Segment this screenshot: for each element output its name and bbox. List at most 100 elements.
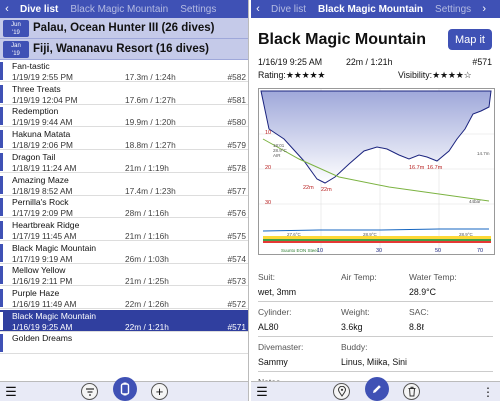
tab-dive-details[interactable]: Black Magic Mountain	[312, 4, 429, 15]
dive-number: #582	[227, 72, 246, 82]
dive-list-pane: ‹ Dive list Black Magic Mountain Setting…	[0, 0, 249, 401]
dive-indicator-bar	[0, 198, 3, 217]
dive-depth-duration: 18.8m / 1:27h	[125, 140, 176, 151]
field-value: Linus, Miika, Sini	[341, 357, 408, 367]
dive-list-item[interactable]: Purple Haze 1/16/19 11:49 AM 22m / 1:26h #5…	[0, 287, 248, 309]
dive-indicator-bar	[0, 311, 3, 330]
dive-list-topbar: ‹ Dive list Black Magic Mountain Setting…	[0, 0, 248, 18]
field-value: wet, 3mm	[258, 287, 297, 297]
dive-list-item[interactable]: Amazing Maze 1/18/19 8:52 AM 17.4m / 1:23h…	[0, 174, 248, 196]
dive-details-topbar: ‹ Dive list Black Magic Mountain Setting…	[251, 0, 500, 18]
dive-datetime: 1/17/19 9:19 AM	[12, 253, 73, 264]
dive-indicator-bar	[0, 62, 3, 80]
dive-profile-graph[interactable]: 10 20 30 10 30 50 70 22m 22m 16.7m 16.7m…	[258, 88, 495, 255]
filter-icon[interactable]	[81, 383, 98, 400]
dive-indicator-bar	[0, 130, 3, 149]
trip-header-fiji[interactable]: Jan '19 Fiji, Wananavu Resort (16 dives)	[0, 39, 248, 60]
trip-title: Fiji, Wananavu Resort (16 dives)	[33, 43, 209, 55]
dive-indicator-bar	[0, 107, 3, 126]
dive-number: #580	[227, 117, 246, 128]
temperature-line	[262, 228, 489, 232]
dive-indicator-bar	[0, 334, 3, 353]
tab-dive-list[interactable]: Dive list	[14, 4, 64, 15]
dive-datetime: 1/16/19 2:11 PM	[12, 276, 73, 287]
dive-list-item[interactable]: Black Magic Mountain 1/17/19 9:19 AM 26m /…	[0, 242, 248, 264]
tab-settings[interactable]: Settings	[174, 4, 222, 15]
rating-label: Rating:	[258, 70, 286, 80]
field-label: Suit:	[258, 272, 276, 282]
dive-list-item[interactable]: Mellow Yellow 1/16/19 2:11 PM 21m / 1:25h #…	[0, 264, 248, 287]
dive-number: #581	[227, 94, 246, 105]
edit-icon[interactable]	[365, 377, 389, 401]
forward-arrow-icon[interactable]: ›	[477, 3, 491, 15]
dive-name: Redemption	[12, 106, 59, 117]
dive-depth-duration: 17.4m / 1:23h	[125, 185, 176, 196]
temperature-label: 28.9°C	[459, 232, 474, 237]
field-label: SAC:	[409, 307, 429, 317]
delete-icon[interactable]	[403, 383, 420, 400]
dive-list-item[interactable]: Heartbreak Ridge 1/17/19 11:45 AM 21m / 1:…	[0, 219, 248, 241]
tab-dive-details[interactable]: Black Magic Mountain	[64, 4, 174, 15]
dive-depth-duration: 28m / 1:16h	[125, 208, 169, 219]
trip-header-palau[interactable]: Jun '19 Palau, Ocean Hunter III (26 dives…	[0, 18, 248, 39]
dive-number: #574	[227, 253, 246, 264]
dive-number: #573	[227, 276, 246, 287]
tab-settings[interactable]: Settings	[429, 4, 477, 15]
location-icon[interactable]	[333, 383, 350, 400]
field-label: Divemaster:	[258, 342, 304, 352]
field-value: 28.9°C	[409, 287, 436, 297]
dive-number: #577	[227, 185, 246, 196]
dive-list-item[interactable]: Pernilla's Rock 1/17/19 2:09 PM 28m / 1:16…	[0, 196, 248, 219]
dive-number: #578	[227, 162, 246, 173]
dive-date: 1/16/19 9:25 AM	[258, 57, 323, 67]
map-it-button[interactable]: Map it	[448, 29, 492, 50]
field-value: 3.6kg	[341, 322, 363, 332]
tab-dive-list[interactable]: Dive list	[265, 4, 312, 15]
back-arrow-icon[interactable]: ‹	[0, 3, 14, 15]
dive-depth-duration: 26m / 1:03h	[125, 253, 169, 264]
dive-datetime: 1/17/19 2:09 PM	[12, 208, 73, 219]
menu-icon[interactable]: ☰	[4, 384, 18, 400]
field-value: Sammy	[258, 357, 288, 367]
more-icon[interactable]: ⋮	[481, 384, 495, 400]
dive-datetime: 1/16/19 11:49 AM	[12, 299, 77, 309]
dive-list-item[interactable]: Hakuna Matata 1/18/19 2:06 PM 18.8m / 1:27…	[0, 128, 248, 151]
dive-name: Pernilla's Rock	[12, 197, 69, 208]
dive-list-item[interactable]: Redemption 1/19/19 9:44 AM 19.9m / 1:20h #5…	[0, 105, 248, 128]
divider	[258, 336, 493, 337]
menu-icon[interactable]: ☰	[255, 384, 269, 400]
dive-datetime: 1/19/19 12:04 PM	[12, 94, 78, 105]
rating: Rating:★★★★★	[258, 70, 325, 81]
trip-title: Palau, Ocean Hunter III (26 dives)	[33, 22, 215, 34]
dive-indicator-bar	[0, 289, 3, 307]
dive-name: Heartbreak Ridge	[12, 219, 80, 230]
dive-depth-duration: 17.3m / 1:24h	[125, 72, 176, 82]
field-label: Air Temp:	[341, 272, 377, 282]
dive-number: #575	[227, 230, 246, 241]
dive-list-item[interactable]: Black Magic Mountain 1/16/19 9:25 AM 22m /…	[0, 309, 248, 332]
time-tick: 70	[477, 248, 483, 254]
dive-name: Fan-tastic	[12, 61, 50, 71]
dive-depth-duration: 22m / 1:26h	[125, 299, 169, 309]
dive-datetime: 1/19/19 2:55 PM	[12, 72, 73, 82]
dive-name: Black Magic Mountain	[12, 242, 97, 253]
dive-name: Golden Dreams	[12, 333, 73, 344]
time-tick: 30	[376, 248, 382, 254]
dive-list-item[interactable]: Three Treats 1/19/19 12:04 PM 17.6m / 1:27…	[0, 83, 248, 105]
back-arrow-icon[interactable]: ‹	[251, 3, 265, 15]
dive-datetime: 1/16/19 9:25 AM	[12, 321, 73, 332]
add-icon[interactable]: +	[151, 383, 168, 400]
field-label: Cylinder:	[258, 307, 292, 317]
dive-computer-icon[interactable]	[113, 377, 137, 401]
dive-name: Mellow Yellow	[12, 265, 66, 276]
dive-name: Amazing Maze	[12, 174, 69, 185]
dive-list-item[interactable]: Fan-tastic 1/19/19 2:55 PM 17.3m / 1:24h #5…	[0, 60, 248, 82]
graph-info-text: AIR	[273, 153, 281, 158]
dive-number: #571	[227, 321, 246, 332]
dive-number: #576	[227, 208, 246, 219]
dive-indicator-bar	[0, 175, 3, 194]
dive-list-item[interactable]: Dragon Tail 1/18/19 11:24 AM 21m / 1:19h #5…	[0, 151, 248, 173]
field-value: 8.8ℓ	[409, 322, 425, 332]
dive-list-item[interactable]: Golden Dreams	[0, 332, 248, 355]
dive-datetime: 1/17/19 11:45 AM	[12, 230, 77, 241]
